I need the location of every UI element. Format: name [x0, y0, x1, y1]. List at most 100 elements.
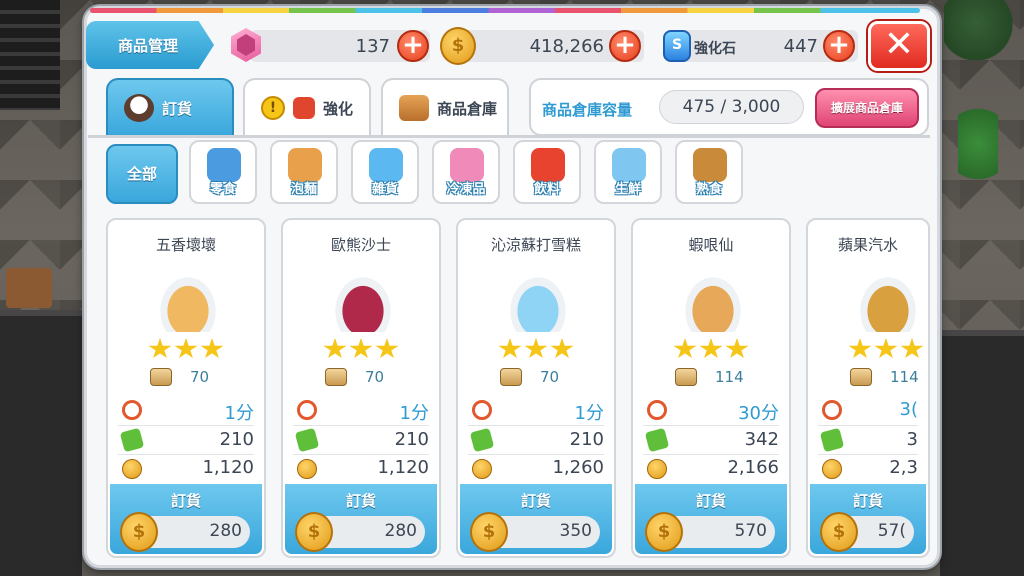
clock-icon: [822, 400, 842, 420]
tab-order[interactable]: 訂貨: [106, 78, 234, 136]
product-exp: 3: [906, 429, 918, 450]
product-card[interactable]: 沁涼蘇打雪糕 70 1分 210 1,260 訂貨 350: [456, 218, 616, 558]
category-drinks-button[interactable]: 飲料: [513, 140, 581, 204]
enhancement-stone-icon: S: [663, 30, 691, 62]
star-icon: [148, 338, 172, 359]
star-icon: [174, 338, 198, 359]
category-all-button[interactable]: 全部: [106, 144, 178, 204]
product-card[interactable]: 歐熊沙士 70 1分 210 1,120 訂貨 280: [281, 218, 441, 558]
star-icon: [673, 338, 697, 359]
star-icon: [524, 338, 548, 359]
product-image-icon: [156, 272, 220, 332]
panel-rainbow-trim: [90, 8, 920, 13]
coin-icon: [122, 459, 142, 479]
expand-warehouse-button[interactable]: 擴展商品倉庫: [815, 88, 919, 128]
groceries-icon: [369, 148, 403, 182]
coin-icon: [297, 459, 317, 479]
stock-box-icon: [325, 368, 347, 386]
noodles-icon: [288, 148, 322, 182]
product-name: 沁涼蘇打雪糕: [490, 236, 581, 254]
background-shelf-left: [0, 310, 82, 576]
stock-box-icon: [150, 368, 172, 386]
enhance-icon: [293, 97, 315, 119]
row-divider: [118, 454, 254, 455]
order-button[interactable]: 訂貨 350: [460, 484, 612, 554]
row-divider: [643, 425, 779, 426]
product-name: 蘋果汽水: [837, 236, 898, 254]
category-label: 熟食: [695, 182, 722, 197]
row-divider: [118, 425, 254, 426]
row-divider: [643, 454, 779, 455]
clock-icon: [297, 400, 317, 420]
coin-icon: [120, 512, 158, 552]
product-card[interactable]: 五香壞壞 70 1分 210 1,120 訂貨 280: [106, 218, 266, 558]
category-label: 泡麵: [290, 182, 317, 197]
star-icon: [699, 338, 723, 359]
add-stones-button[interactable]: +: [823, 30, 855, 62]
clock-icon: [647, 400, 667, 420]
coin-icon: [440, 27, 476, 65]
product-time: 3(: [899, 399, 918, 420]
warehouse-capacity-label: 商品倉庫容量: [542, 101, 633, 119]
coin-icon: [470, 512, 508, 552]
product-rating: [673, 338, 753, 360]
tab-warehouse-label: 商品倉庫: [437, 99, 498, 118]
product-exp: 210: [569, 429, 604, 450]
product-stock: 114: [890, 368, 919, 386]
category-label: 冷凍品: [446, 182, 486, 197]
stock-box-icon: [500, 368, 522, 386]
product-rating: [323, 338, 403, 360]
tab-divider: [88, 135, 930, 138]
tab-warehouse[interactable]: 商品倉庫: [381, 78, 509, 136]
order-button[interactable]: 訂貨 280: [110, 484, 262, 554]
clock-icon: [472, 400, 492, 420]
stock-box-icon: [850, 368, 872, 386]
close-button[interactable]: ✕: [868, 21, 930, 71]
tab-enhance[interactable]: 強化: [243, 78, 371, 136]
order-price: 570: [734, 521, 767, 541]
product-time: 1分: [399, 403, 429, 424]
category-deli-button[interactable]: 熟食: [675, 140, 743, 204]
product-name: 蝦哏仙: [688, 236, 734, 254]
experience-icon: [644, 427, 670, 453]
product-card[interactable]: 蘋果汽水 114 3( 3 2,3 訂貨 57(: [806, 218, 930, 558]
product-name: 五香壞壞: [155, 236, 216, 254]
order-button-label: 訂貨: [852, 492, 883, 510]
category-groceries-button[interactable]: 雜貨: [351, 140, 419, 204]
product-stock: 70: [540, 368, 560, 386]
frozen-icon: [450, 148, 484, 182]
row-divider: [468, 425, 604, 426]
stone-count: 447: [783, 36, 818, 57]
add-coins-button[interactable]: +: [609, 30, 641, 62]
order-price: 280: [209, 521, 242, 541]
product-card[interactable]: 蝦哏仙 114 30分 342 2,166 訂貨 570: [631, 218, 791, 558]
category-frozen-button[interactable]: 冷凍品: [432, 140, 500, 204]
product-profit: 1,120: [377, 457, 429, 478]
coin-icon: [295, 512, 333, 552]
product-rating: [498, 338, 578, 360]
row-divider: [818, 454, 918, 455]
panel-title: 商品管理: [86, 21, 214, 69]
order-button-label: 訂貨: [695, 492, 726, 510]
order-button[interactable]: 訂貨 280: [285, 484, 437, 554]
coin-icon: [645, 512, 683, 552]
product-image-icon: [856, 272, 920, 332]
alert-icon: [261, 96, 285, 120]
order-price-box: 570: [645, 512, 775, 552]
coin-icon: [822, 459, 842, 479]
star-icon: [323, 338, 347, 359]
category-snacks-button[interactable]: 零食: [189, 140, 257, 204]
add-gems-button[interactable]: +: [397, 30, 429, 62]
order-price-box: 350: [470, 512, 600, 552]
category-noodles-button[interactable]: 泡麵: [270, 140, 338, 204]
experience-icon: [469, 427, 495, 453]
coin-icon: [647, 459, 667, 479]
star-icon: [725, 338, 749, 359]
order-button[interactable]: 訂貨 570: [635, 484, 787, 554]
category-fresh-button[interactable]: 生鮮: [594, 140, 662, 204]
category-label: 生鮮: [614, 182, 641, 197]
star-icon: [550, 338, 574, 359]
order-price: 57(: [877, 521, 906, 541]
order-price: 280: [384, 521, 417, 541]
order-button[interactable]: 訂貨 57(: [810, 484, 926, 554]
